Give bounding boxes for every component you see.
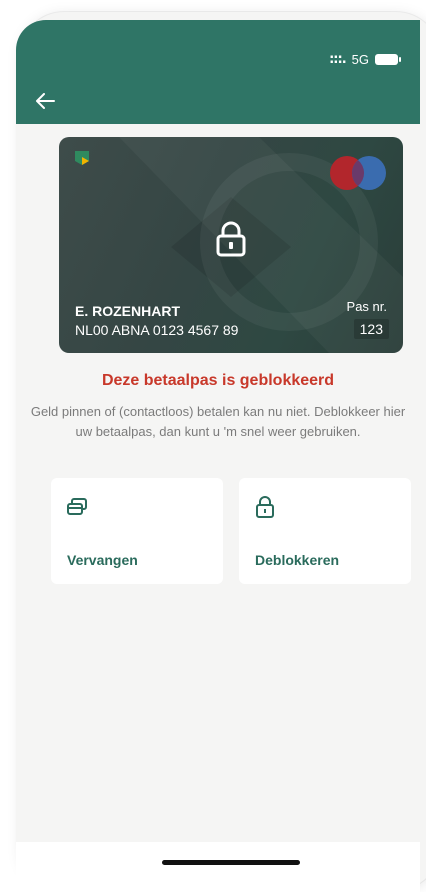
bank-logo-icon <box>75 151 89 165</box>
cards-icon <box>67 498 87 515</box>
card-holder-name: E. ROZENHART <box>75 303 180 319</box>
battery-icon <box>375 54 401 65</box>
debit-card: E. ROZENHART NL00 ABNA 0123 4567 89 Pas … <box>59 137 403 353</box>
replace-card-label: Vervangen <box>67 552 138 568</box>
home-indicator[interactable] <box>162 860 300 865</box>
card-iban: NL00 ABNA 0123 4567 89 <box>75 322 239 338</box>
app-header: :::. 5G <box>16 20 420 124</box>
mastercard-logo-icon <box>330 156 386 190</box>
unblock-card-button[interactable]: Deblokkeren <box>239 478 411 584</box>
blocked-message: Geld pinnen of (contactloos) betalen kan… <box>30 404 406 439</box>
card-number-label: Pas nr. <box>346 299 387 314</box>
card-number: 123 <box>353 319 389 339</box>
network-label: 5G <box>351 52 369 67</box>
signal-icon: :::. <box>329 52 347 67</box>
back-arrow-icon[interactable] <box>28 84 62 118</box>
bottom-bar <box>16 842 420 892</box>
status-bar: :::. 5G <box>329 52 401 67</box>
lock-icon <box>256 496 274 518</box>
unblock-card-label: Deblokkeren <box>255 552 340 568</box>
blocked-title: Deze betaalpas is geblokkeerd <box>101 372 335 389</box>
replace-card-button[interactable]: Vervangen <box>51 478 223 584</box>
lock-icon <box>216 221 246 257</box>
